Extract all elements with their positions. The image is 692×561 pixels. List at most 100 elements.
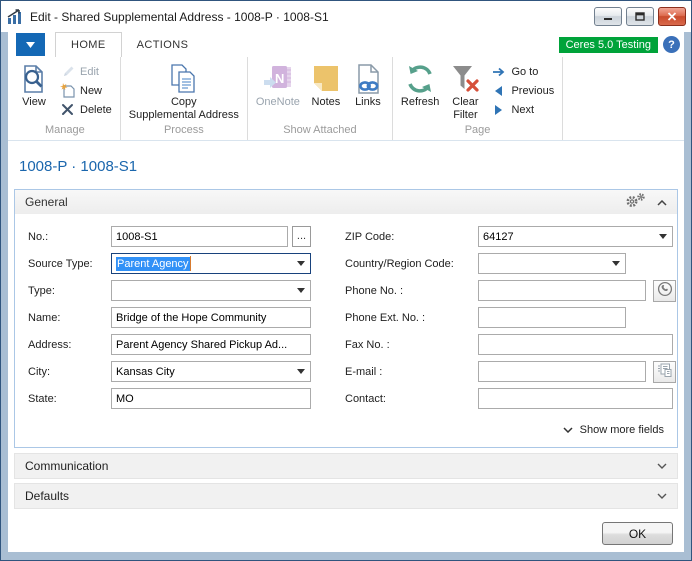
field-label: City:: [28, 366, 111, 378]
copy-icon: [169, 62, 199, 96]
field-row-country-region-code: Country/Region Code:: [345, 250, 676, 277]
new-button[interactable]: New: [55, 81, 117, 100]
page-content: 1008-P · 1008-S1 General No.:...Source T…: [8, 158, 684, 545]
delete-icon: [60, 103, 75, 116]
email-compose-button[interactable]: [653, 361, 676, 383]
delete-button[interactable]: Delete: [55, 100, 117, 119]
field-label: Type:: [28, 285, 111, 297]
collapse-chevron-up-icon[interactable]: [657, 195, 667, 209]
ribbon: ViewEditNewDeleteManageCopySupplemental …: [8, 57, 684, 141]
close-icon: [667, 12, 677, 21]
copy-supplemental-address-button[interactable]: CopySupplemental Address: [124, 60, 244, 121]
ribbon-group-process: CopySupplemental Address Process: [121, 57, 248, 140]
general-fasttab-body: No.:... Source Type: Parent Agency Type: Nam…: [15, 214, 677, 447]
field-label: E-mail :: [345, 366, 478, 378]
text-cursor: [190, 256, 191, 271]
close-button[interactable]: [658, 7, 686, 26]
source-type-combo[interactable]: Parent Agency: [111, 253, 311, 274]
field-label: Address:: [28, 339, 111, 351]
customize-gear-icon[interactable]: [624, 193, 647, 211]
field-row-no: No.:...: [28, 223, 311, 250]
phone-no-input[interactable]: [478, 280, 646, 301]
field-label: Phone No. :: [345, 285, 478, 297]
field-row-name: Name:: [28, 304, 311, 331]
show-more-fields-link[interactable]: Show more fields: [563, 424, 664, 436]
previous-icon: [491, 85, 506, 97]
zip-code-combo[interactable]: 64127: [478, 226, 673, 247]
clear-filter-button[interactable]: ClearFilter: [444, 60, 486, 121]
edit-icon: [60, 65, 75, 79]
refresh-button[interactable]: Refresh: [396, 60, 445, 109]
fasttab-communication[interactable]: Communication: [14, 453, 678, 479]
chevron-down-icon: [657, 463, 667, 469]
field-label: Phone Ext. No. :: [345, 312, 478, 324]
links-icon: [353, 62, 383, 96]
selected-text: Parent Agency: [116, 257, 190, 271]
field-label: State:: [28, 393, 111, 405]
minimize-icon: [603, 12, 613, 21]
previous-button[interactable]: Previous: [486, 81, 559, 100]
city-combo[interactable]: Kansas City: [111, 361, 311, 382]
ribbon-group-manage: ViewEditNewDeleteManage: [10, 57, 121, 140]
help-button[interactable]: ?: [663, 36, 680, 53]
goto-icon: [491, 66, 506, 78]
mail-icon: [657, 362, 673, 381]
notes-icon: [311, 62, 341, 96]
application-menu-button[interactable]: [16, 33, 45, 56]
no-input[interactable]: [111, 226, 288, 247]
combo-arrow-icon: [292, 261, 310, 266]
ok-button[interactable]: OK: [602, 522, 673, 545]
fax-no-input[interactable]: [478, 334, 673, 355]
state-input[interactable]: [111, 388, 311, 409]
tab-home[interactable]: HOME: [55, 32, 122, 57]
links-button[interactable]: Links: [347, 60, 389, 109]
field-label: No.:: [28, 231, 111, 243]
tab-actions[interactable]: ACTIONS: [122, 32, 204, 57]
field-row-e-mail: E-mail :: [345, 358, 676, 385]
ribbon-group-page: RefreshClearFilterGo toPreviousNext Page: [393, 57, 563, 140]
environment-badge: Ceres 5.0 Testing: [559, 37, 658, 53]
contact-input[interactable]: [478, 388, 673, 409]
general-fasttab-header[interactable]: General: [15, 190, 677, 214]
app-window: Edit - Shared Supplemental Address - 100…: [0, 0, 692, 561]
restore-button[interactable]: [626, 7, 654, 26]
assist-edit-button[interactable]: ...: [292, 226, 311, 247]
dropdown-arrow-icon: [26, 42, 35, 48]
phone-icon: [657, 281, 673, 300]
combo-arrow-icon: [607, 261, 625, 266]
phone-ext-no-input[interactable]: [478, 307, 626, 328]
minimize-button[interactable]: [594, 7, 622, 26]
next-icon: [491, 104, 506, 116]
next-button[interactable]: Next: [486, 100, 559, 119]
app-icon: [7, 8, 24, 25]
type-combo[interactable]: [111, 280, 311, 301]
fasttab-defaults[interactable]: Defaults: [14, 483, 678, 509]
combo-arrow-icon: [292, 369, 310, 374]
field-label: Source Type:: [28, 258, 111, 270]
e-mail-input[interactable]: [478, 361, 646, 382]
field-row-phone-no: Phone No. :: [345, 277, 676, 304]
phone-dialer-button[interactable]: [653, 280, 676, 302]
general-fasttab-title: General: [25, 195, 68, 209]
address-input[interactable]: [111, 334, 311, 355]
notes-button[interactable]: Notes: [305, 60, 347, 109]
field-label: ZIP Code:: [345, 231, 478, 243]
ribbon-group-label: Page: [396, 123, 559, 140]
chevron-down-icon: [563, 424, 573, 436]
name-input[interactable]: [111, 307, 311, 328]
combo-arrow-icon: [654, 234, 672, 239]
field-row-source-type: Source Type: Parent Agency: [28, 250, 311, 277]
go-to-button[interactable]: Go to: [486, 62, 559, 81]
field-row-state: State:: [28, 385, 311, 412]
title-bar: Edit - Shared Supplemental Address - 100…: [1, 1, 691, 32]
refresh-icon: [405, 62, 435, 96]
ribbon-group-label: Process: [124, 123, 244, 140]
ribbon-group-label: Manage: [13, 123, 117, 140]
ribbon-group-label: Show Attached: [251, 123, 389, 140]
restore-icon: [635, 12, 645, 21]
field-row-zip-code: ZIP Code:64127: [345, 223, 676, 250]
view-button[interactable]: View: [13, 60, 55, 109]
field-row-contact: Contact:: [345, 385, 676, 412]
country-region-code-combo[interactable]: [478, 253, 626, 274]
svg-text:N: N: [275, 71, 284, 86]
